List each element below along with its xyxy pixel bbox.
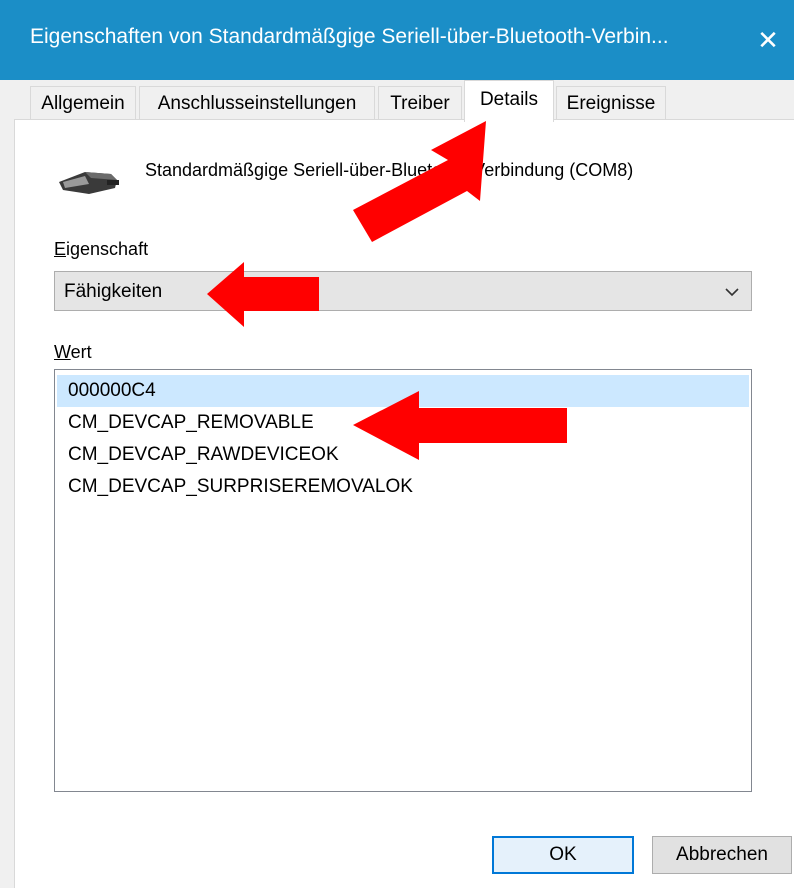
properties-window: Eigenschaften von Standardmäßgige Seriel…: [0, 0, 794, 888]
property-dropdown[interactable]: Fähigkeiten: [54, 271, 752, 311]
list-item[interactable]: CM_DEVCAP_SURPRISEREMOVALOK: [57, 471, 749, 503]
value-label: Wert: [54, 342, 92, 363]
close-icon[interactable]: ✕: [742, 0, 794, 80]
property-label-accelerator: E: [54, 239, 67, 259]
title-bar: Eigenschaften von Standardmäßgige Seriel…: [0, 0, 794, 80]
list-item[interactable]: CM_DEVCAP_REMOVABLE: [57, 407, 749, 439]
value-listbox[interactable]: 000000C4 CM_DEVCAP_REMOVABLE CM_DEVCAP_R…: [54, 369, 752, 792]
window-title: Eigenschaften von Standardmäßgige Seriel…: [30, 25, 669, 48]
value-label-text: ert: [70, 342, 92, 362]
tab-ereignisse[interactable]: Ereignisse: [556, 86, 666, 120]
details-panel: Standardmäßgige Seriell-über-Bluetooth-V…: [14, 119, 794, 888]
property-label: Eigenschaft: [54, 239, 148, 260]
ok-button[interactable]: OK: [492, 836, 634, 874]
chevron-down-icon: [725, 288, 739, 297]
tab-anschlusseinstellungen[interactable]: Anschlusseinstellungen: [139, 86, 375, 120]
tab-treiber[interactable]: Treiber: [378, 86, 462, 120]
list-item[interactable]: CM_DEVCAP_RAWDEVICEOK: [57, 439, 749, 471]
tab-strip: Allgemein Anschlusseinstellungen Treiber…: [0, 80, 794, 122]
property-label-text: igenschaft: [66, 239, 149, 259]
serial-connector-icon: [59, 172, 119, 194]
list-item[interactable]: 000000C4: [57, 375, 749, 407]
property-dropdown-value: Fähigkeiten: [64, 281, 163, 302]
device-name: Standardmäßgige Seriell-über-Bluetooth-V…: [145, 160, 634, 180]
cancel-button[interactable]: Abbrechen: [652, 836, 792, 874]
tab-details[interactable]: Details: [464, 80, 554, 122]
value-label-accelerator: W: [54, 342, 71, 362]
tab-allgemein[interactable]: Allgemein: [30, 86, 136, 120]
